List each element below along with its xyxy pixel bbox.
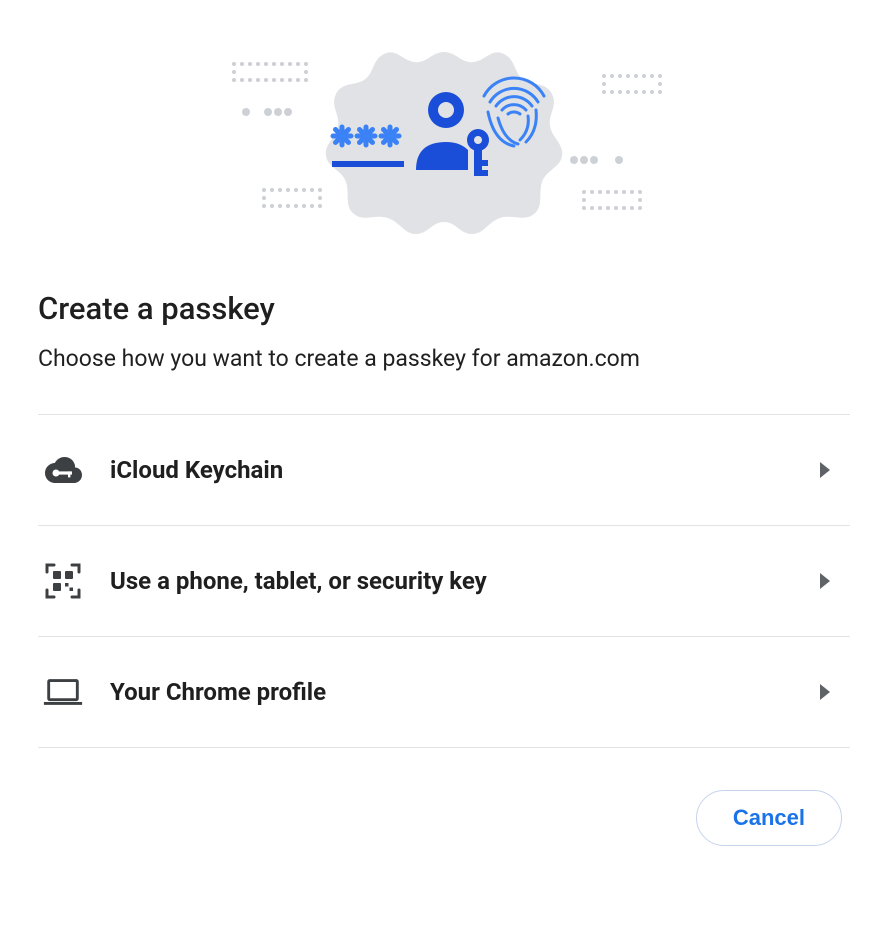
dialog-subtitle: Choose how you want to create a passkey … xyxy=(38,345,850,372)
option-label: Your Chrome profile xyxy=(110,678,820,706)
qr-scan-icon xyxy=(42,560,84,602)
option-phone-tablet-security-key[interactable]: Use a phone, tablet, or security key xyxy=(38,526,850,637)
passkey-options-list: iCloud Keychain Use a phone, tablet, or … xyxy=(38,414,850,748)
chevron-right-icon xyxy=(820,684,830,700)
cancel-button[interactable]: Cancel xyxy=(696,790,842,846)
cloud-key-icon xyxy=(42,449,84,491)
laptop-icon xyxy=(42,671,84,713)
option-icloud-keychain[interactable]: iCloud Keychain xyxy=(38,415,850,526)
chevron-right-icon xyxy=(820,462,830,478)
dialog-title: Create a passkey xyxy=(38,290,850,327)
passkey-dialog: Create a passkey Choose how you want to … xyxy=(0,0,888,876)
dialog-footer: Cancel xyxy=(38,790,850,846)
chevron-right-icon xyxy=(820,573,830,589)
passkey-illustration xyxy=(38,30,850,250)
option-label: Use a phone, tablet, or security key xyxy=(110,567,820,595)
option-label: iCloud Keychain xyxy=(110,456,820,484)
option-chrome-profile[interactable]: Your Chrome profile xyxy=(38,637,850,748)
